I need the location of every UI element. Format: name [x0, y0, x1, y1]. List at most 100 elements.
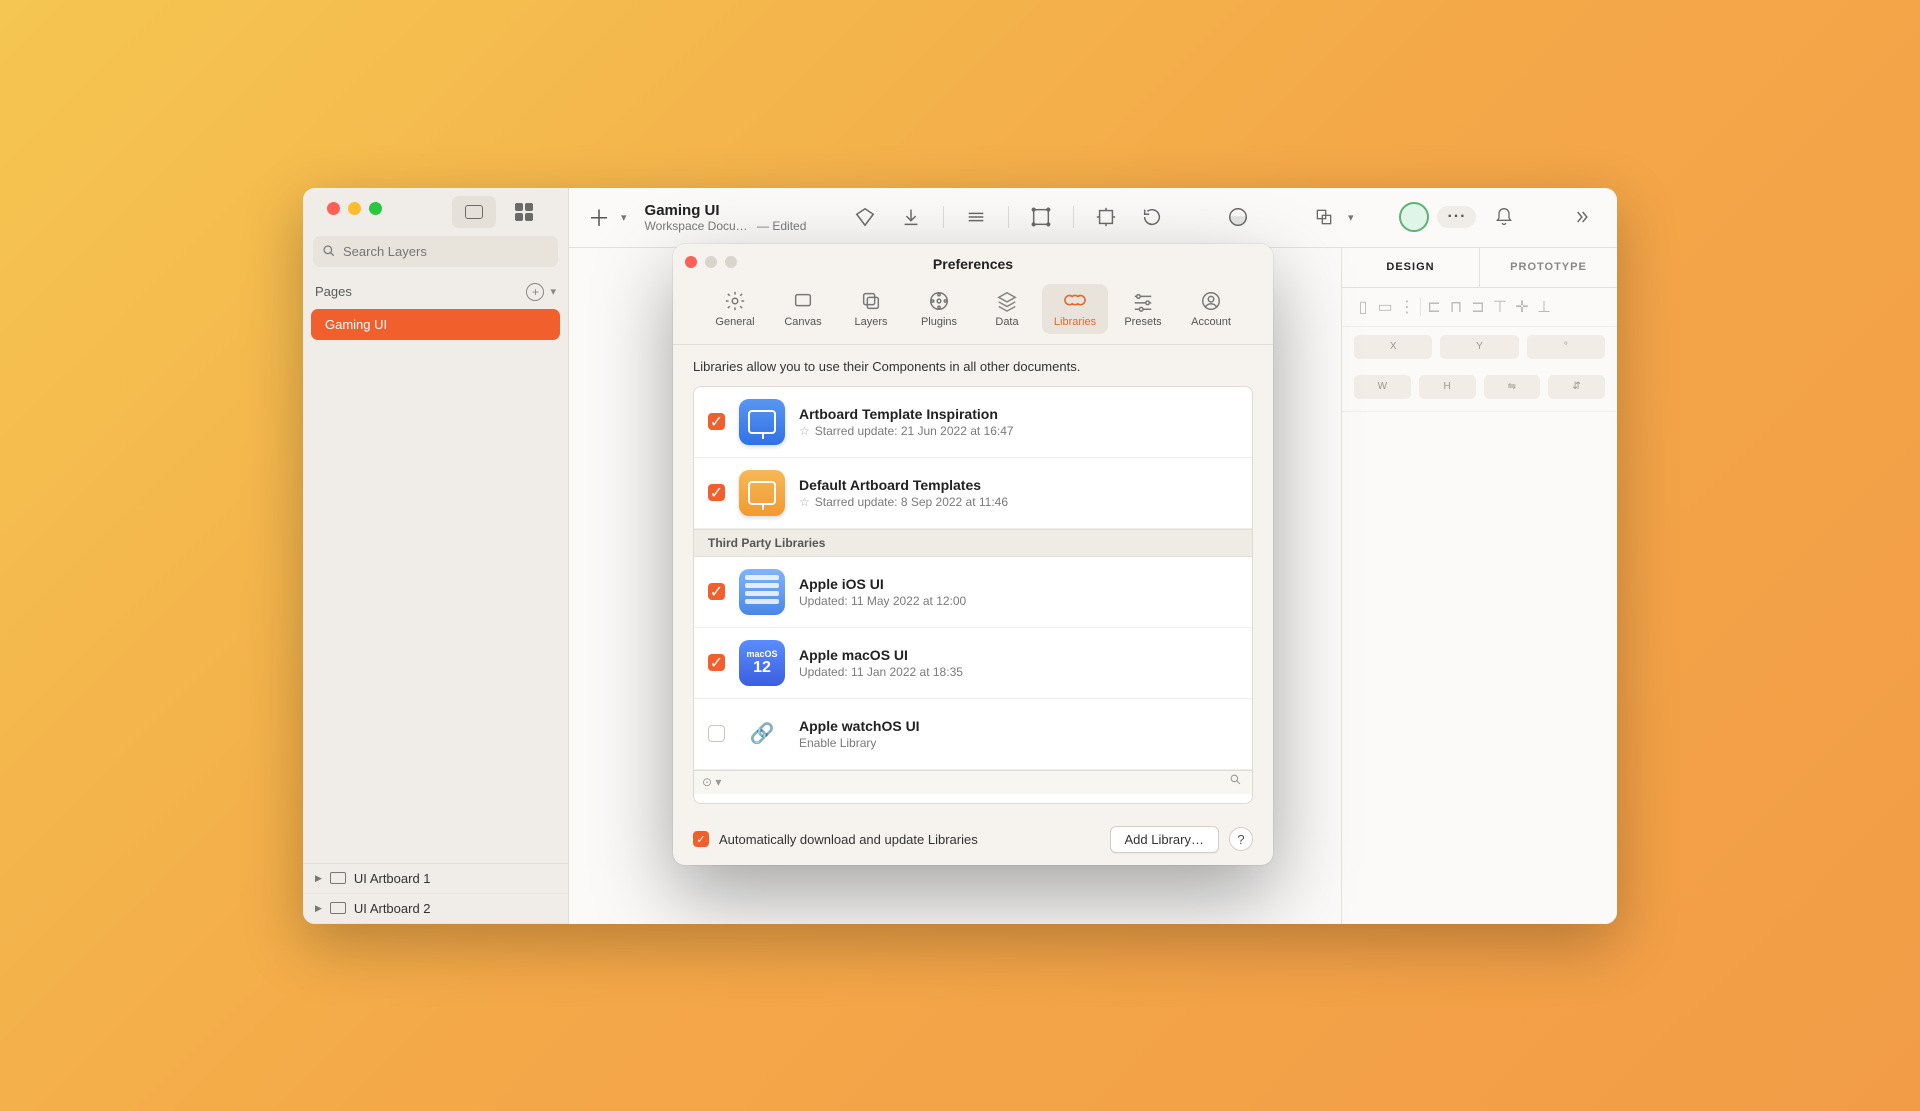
- pos-x-field[interactable]: X: [1354, 335, 1432, 359]
- library-thumbnail-icon: [739, 569, 785, 615]
- library-sub: Updated: 11 Jan 2022 at 18:35: [799, 665, 963, 679]
- sidebar: Pages + ▾ Gaming UI ▶ UI Artboard 1 ▶ UI…: [303, 188, 569, 924]
- align-hcenter-icon[interactable]: ▭: [1376, 298, 1394, 316]
- library-sub: Updated: 11 May 2022 at 12:00: [799, 594, 966, 608]
- toolbar: ＋ ▾ Gaming UI Workspace Docu… — Edited: [569, 188, 1617, 248]
- view-mode-grid-button[interactable]: [502, 196, 546, 228]
- resize-tool-icon[interactable]: [1306, 199, 1342, 235]
- align-vcenter-icon[interactable]: ✛: [1513, 298, 1531, 316]
- align-bottom-icon[interactable]: ⊥: [1535, 298, 1553, 316]
- tool-button[interactable]: [893, 199, 929, 235]
- symbol-tool-icon[interactable]: [847, 199, 883, 235]
- width-field[interactable]: W: [1354, 375, 1411, 399]
- canvas-view-icon: [465, 205, 483, 219]
- notifications-icon[interactable]: [1486, 199, 1522, 235]
- align-left2-icon[interactable]: ⊏: [1425, 298, 1443, 316]
- user-avatar[interactable]: [1399, 202, 1429, 232]
- close-icon[interactable]: [685, 256, 697, 268]
- close-window-icon[interactable]: [327, 202, 340, 215]
- library-name: Default Artboard Templates: [799, 477, 1008, 493]
- height-field[interactable]: H: [1419, 375, 1476, 399]
- layer-label: UI Artboard 2: [354, 901, 431, 916]
- collaborators-more-button[interactable]: ···: [1437, 206, 1476, 228]
- zoom-window-icon[interactable]: [369, 202, 382, 215]
- disclosure-icon[interactable]: ▶: [315, 873, 322, 884]
- align-center-icon[interactable]: ⊓: [1447, 298, 1465, 316]
- library-sub: Starred update: 21 Jun 2022 at 16:47: [815, 424, 1014, 438]
- library-name: Apple iOS UI: [799, 576, 966, 592]
- flip-h-button[interactable]: ⇋: [1484, 375, 1541, 399]
- library-checkbox[interactable]: ✓: [708, 583, 725, 600]
- mask-tool-icon[interactable]: [1220, 199, 1256, 235]
- artboard-icon: [330, 872, 346, 884]
- library-name: Artboard Template Inspiration: [799, 406, 1014, 422]
- flip-v-button[interactable]: ⇵: [1548, 375, 1605, 399]
- inspector-panel: DESIGN PROTOTYPE ▯ ▭ ⋮ ⊏ ⊓ ⊐ ⊤ ✛ ⊥ X: [1341, 248, 1617, 924]
- rotate-tool-icon[interactable]: [1134, 199, 1170, 235]
- library-checkbox[interactable]: ✓: [708, 484, 725, 501]
- align-right-icon[interactable]: ⊐: [1469, 298, 1487, 316]
- zoom-icon: [725, 256, 737, 268]
- prefs-tab-general[interactable]: General: [702, 284, 768, 334]
- align-distribute-icon[interactable]: ⋮: [1398, 298, 1416, 316]
- filter-dropdown[interactable]: ⊙ ▾: [694, 775, 729, 789]
- minimize-icon: [705, 256, 717, 268]
- prefs-title: Preferences: [673, 244, 1273, 278]
- search-input[interactable]: [313, 236, 558, 267]
- page-item-active[interactable]: Gaming UI: [311, 309, 560, 340]
- prefs-tab-layers[interactable]: Layers: [838, 284, 904, 334]
- library-row[interactable]: ✓ Artboard Template Inspiration ☆ Starred…: [694, 387, 1252, 458]
- group-tool-icon[interactable]: [1023, 199, 1059, 235]
- library-thumbnail-icon: [739, 399, 785, 445]
- disclosure-icon[interactable]: ▶: [315, 903, 322, 914]
- tool-button[interactable]: [958, 199, 994, 235]
- transform-tool-icon[interactable]: [1088, 199, 1124, 235]
- prefs-tab-data[interactable]: Data: [974, 284, 1040, 334]
- library-row[interactable]: 🔗 Apple watchOS UI Enable Library: [694, 699, 1252, 770]
- pos-y-field[interactable]: Y: [1440, 335, 1518, 359]
- chevron-down-icon[interactable]: ▾: [621, 211, 627, 224]
- library-checkbox[interactable]: [708, 725, 725, 742]
- rotation-field[interactable]: °: [1527, 335, 1605, 359]
- tab-design[interactable]: DESIGN: [1342, 248, 1480, 287]
- search-icon[interactable]: [1219, 773, 1252, 791]
- window-traffic-lights: [313, 188, 396, 223]
- add-library-button[interactable]: Add Library…: [1110, 826, 1219, 853]
- prefs-tab-account[interactable]: Account: [1178, 284, 1244, 334]
- library-filter-bar: ⊙ ▾: [694, 770, 1252, 794]
- auto-download-checkbox[interactable]: ✓: [693, 831, 709, 847]
- expand-panel-icon[interactable]: [1563, 199, 1599, 235]
- pages-label: Pages: [315, 284, 352, 299]
- view-mode-canvas-button[interactable]: [452, 196, 496, 228]
- library-thumbnail-icon: 🔗: [739, 711, 785, 757]
- section-header: Third Party Libraries: [694, 529, 1252, 557]
- prefs-tab-canvas[interactable]: Canvas: [770, 284, 836, 334]
- insert-menu-button[interactable]: ＋: [587, 205, 611, 229]
- doc-edited: — Edited: [757, 219, 806, 233]
- help-button[interactable]: ?: [1229, 827, 1253, 851]
- library-checkbox[interactable]: ✓: [708, 413, 725, 430]
- prefs-tab-plugins[interactable]: Plugins: [906, 284, 972, 334]
- chevron-down-icon[interactable]: ▾: [1348, 211, 1354, 224]
- align-left-icon[interactable]: ▯: [1354, 298, 1372, 316]
- layer-row[interactable]: ▶ UI Artboard 1: [303, 864, 568, 894]
- star-icon: ☆: [799, 424, 810, 438]
- minimize-window-icon[interactable]: [348, 202, 361, 215]
- layer-row[interactable]: ▶ UI Artboard 2: [303, 894, 568, 924]
- prefs-tab-libraries[interactable]: Libraries: [1042, 284, 1108, 334]
- tab-prototype[interactable]: PROTOTYPE: [1480, 248, 1617, 287]
- library-row[interactable]: ✓ Apple iOS UI Updated: 11 May 2022 at 1…: [694, 557, 1252, 628]
- preferences-window: Preferences General Canvas Layers Plugin…: [673, 244, 1273, 865]
- prefs-tab-presets[interactable]: Presets: [1110, 284, 1176, 334]
- library-thumbnail-icon: [739, 470, 785, 516]
- library-row[interactable]: ✓ macOS12 Apple macOS UI Updated: 11 Jan…: [694, 628, 1252, 699]
- doc-title: Gaming UI: [645, 202, 807, 219]
- library-name: Apple macOS UI: [799, 647, 963, 663]
- library-row[interactable]: ✓ Default Artboard Templates ☆Starred up…: [694, 458, 1252, 529]
- add-page-button[interactable]: +: [526, 283, 544, 301]
- chevron-down-icon[interactable]: ▾: [550, 285, 556, 298]
- library-thumbnail-icon: macOS12: [739, 640, 785, 686]
- library-checkbox[interactable]: ✓: [708, 654, 725, 671]
- library-sub: Starred update: 8 Sep 2022 at 11:46: [815, 495, 1008, 509]
- align-top-icon[interactable]: ⊤: [1491, 298, 1509, 316]
